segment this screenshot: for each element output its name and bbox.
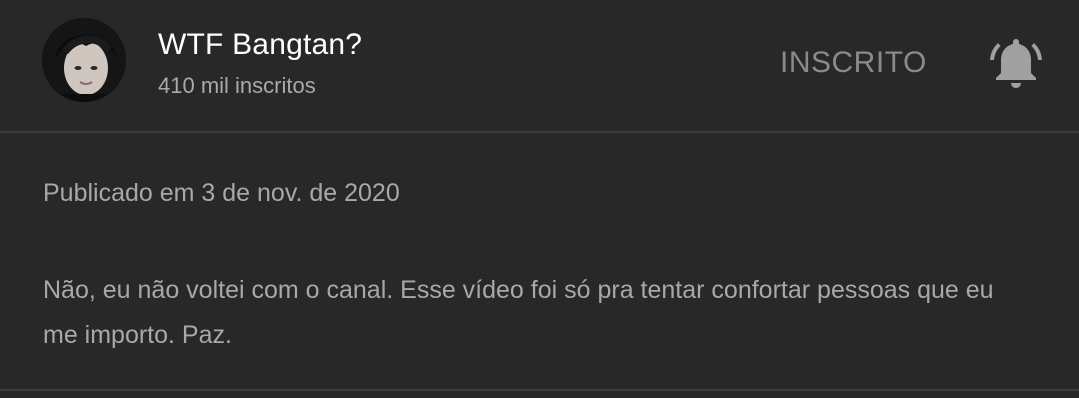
bell-icon [990, 39, 1042, 88]
avatar-image [42, 18, 126, 102]
description-divider [0, 389, 1079, 391]
subscribed-button[interactable]: INSCRITO [770, 42, 937, 84]
subscriber-count: 410 mil inscritos [158, 73, 316, 98]
notification-bell-button[interactable] [984, 31, 1048, 95]
channel-name[interactable]: WTF Bangtan? [158, 28, 362, 62]
description-section: Publicado em 3 de nov. de 2020 Não, eu n… [0, 133, 1079, 389]
published-date: Publicado em 3 de nov. de 2020 [43, 179, 400, 207]
channel-header: WTF Bangtan? 410 mil inscritos INSCRITO [0, 0, 1079, 132]
channel-avatar[interactable] [42, 18, 126, 102]
description-text: Não, eu não voltei com o canal. Esse víd… [43, 276, 994, 349]
video-description-panel: WTF Bangtan? 410 mil inscritos INSCRITO … [0, 0, 1079, 398]
